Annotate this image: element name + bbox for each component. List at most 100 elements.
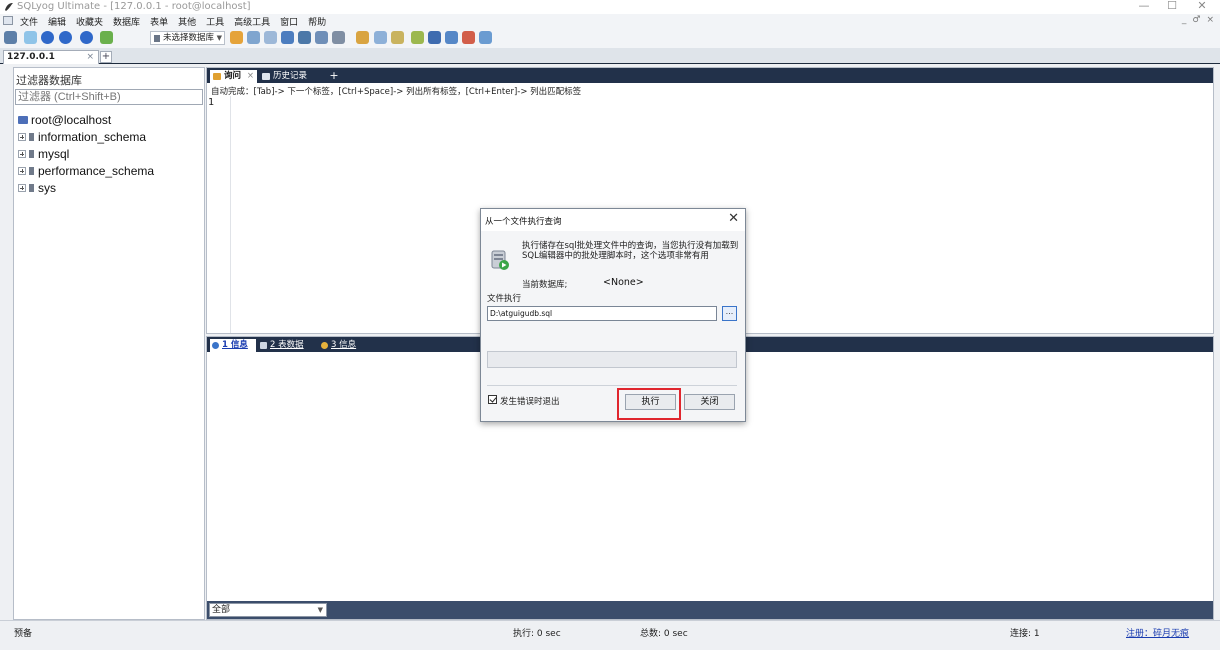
menu-other[interactable]: 其他 [178,15,196,28]
expand-icon[interactable] [18,132,26,141]
database-icon [29,166,34,175]
server-icon [18,115,28,124]
database-select-value: 未选择数据库 [163,33,215,43]
add-query-tab-button[interactable]: + [328,70,340,82]
mdi-close-button[interactable]: × [1206,15,1214,25]
tree-item-label: performance_schema [38,163,155,178]
schema-designer-icon[interactable] [391,31,404,44]
tab-history-label: 历史记录 [273,71,308,81]
mdi-minimize-button[interactable]: _ [1182,15,1187,25]
tree-item-label: mysql [38,146,70,161]
profiler-icon[interactable] [479,31,492,44]
tab-table-data[interactable]: 2 表数据 [258,339,316,352]
database-icon [29,132,34,141]
tree-item-label: sys [38,180,56,195]
menu-tools[interactable]: 工具 [206,15,224,28]
close-tab-icon[interactable]: × [247,70,254,82]
mdi-restore-button[interactable]: ♂ [1192,15,1200,25]
connection-tab-bar: 127.0.0.1 × + [0,48,1220,64]
query-builder-icon[interactable] [374,31,387,44]
browse-file-button[interactable]: ... [722,306,737,321]
sql-formatter-icon[interactable] [445,31,458,44]
close-dialog-button[interactable]: 关闭 [684,394,735,410]
execute-all-icon[interactable] [100,31,113,44]
filter-database-input[interactable] [15,89,203,105]
scheduler-icon[interactable] [356,31,369,44]
menu-advanced-tools[interactable]: 高级工具 [234,15,270,28]
tab-history[interactable]: 历史记录 [259,70,323,83]
toolbar: 未选择数据库 ▼ [0,28,1220,48]
menu-bar: 文件 编辑 收藏夹 数据库 表单 其他 工具 高级工具 窗口 帮助 _ ♂ × [0,14,1220,28]
query-tab-bar: 询问 × 历史记录 + [207,68,1213,83]
backup-icon[interactable] [230,31,243,44]
status-total-time: 总数: 0 sec [640,629,688,639]
status-bar: 预备 执行: 0 sec 总数: 0 sec 连接: 1 注册：碎月无痕 [0,620,1220,650]
current-database-value: <None> [603,277,644,288]
database-tree: root@localhost information_schema mysql … [14,111,204,196]
execute-sql-file-dialog: 从一个文件执行查询 ✕ 执行储存在sql批处理文件中的查询，当您执行没有加载到S… [480,208,746,422]
schema-sync-icon[interactable] [281,31,294,44]
menu-file[interactable]: 文件 [20,15,38,28]
tree-item-mysql[interactable]: mysql [14,145,204,162]
expand-icon[interactable] [18,183,26,192]
minimize-button[interactable]: — [1130,0,1158,14]
line-number: 1 [208,97,215,108]
new-connection-icon[interactable] [4,31,17,44]
export-icon[interactable] [264,31,277,44]
tab-messages[interactable]: 1 信息 [210,339,256,352]
menu-favorites[interactable]: 收藏夹 [76,15,103,28]
filter-label: 过滤器数据库 [16,74,82,87]
dialog-title: 从一个文件执行查询 [485,217,562,227]
expand-icon[interactable] [18,166,26,175]
mdi-window-icon [3,16,13,25]
history-icon [262,73,270,80]
menu-window[interactable]: 窗口 [280,15,298,28]
connection-tab[interactable]: 127.0.0.1 × [3,50,99,64]
menu-database[interactable]: 数据库 [113,15,140,28]
sql-file-icon [491,250,509,270]
report-icon[interactable] [332,31,345,44]
dialog-divider [487,385,737,386]
dialog-close-button[interactable]: ✕ [728,212,739,226]
dialog-title-bar: 从一个文件执行查询 ✕ [481,209,745,231]
result-filter-select[interactable]: 全部 ▼ [209,603,327,617]
file-path-input[interactable] [487,306,717,321]
chevron-down-icon: ▼ [216,34,222,42]
register-link[interactable]: 注册：碎月无痕 [1126,626,1189,639]
tab-info[interactable]: 3 信息 [319,339,369,352]
add-connection-tab-button[interactable]: + [100,51,112,63]
database-select[interactable]: 未选择数据库 ▼ [150,31,225,45]
maximize-button[interactable]: ☐ [1158,0,1186,14]
new-query-icon[interactable] [41,31,54,44]
close-window-button[interactable]: ✕ [1188,0,1216,14]
connection-icon[interactable] [24,31,37,44]
close-tab-icon[interactable]: × [86,51,94,63]
tab-info-label: 3 信息 [331,340,357,350]
result-filter-value: 全部 [212,605,231,615]
tree-item-information-schema[interactable]: information_schema [14,128,204,145]
result-footer: 全部 ▼ [207,601,1213,619]
tree-item-sys[interactable]: sys [14,179,204,196]
window-title: SQLyog Ultimate - [127.0.0.1 - root@loca… [17,1,251,12]
tree-root[interactable]: root@localhost [14,111,204,128]
monitor-icon[interactable] [462,31,475,44]
abort-on-error-checkbox[interactable] [488,395,497,404]
tab-query[interactable]: 询问 × [210,70,257,83]
execute-button[interactable]: 执行 [625,394,676,410]
import-icon[interactable] [247,31,260,44]
notifications-icon[interactable] [411,31,424,44]
menu-edit[interactable]: 编辑 [48,15,66,28]
grid-icon[interactable] [315,31,328,44]
tab-table-data-label: 2 表数据 [270,340,304,350]
file-execute-label: 文件执行 [487,294,522,304]
table-icon[interactable] [298,31,311,44]
save-query-icon[interactable] [59,31,72,44]
database-icon [29,183,34,192]
menu-help[interactable]: 帮助 [308,15,326,28]
tree-item-performance-schema[interactable]: performance_schema [14,162,204,179]
menu-table[interactable]: 表单 [150,15,168,28]
execute-icon[interactable] [80,31,93,44]
status-exec-time: 执行: 0 sec [513,629,561,639]
expand-icon[interactable] [18,149,26,158]
data-sync-icon[interactable] [428,31,441,44]
